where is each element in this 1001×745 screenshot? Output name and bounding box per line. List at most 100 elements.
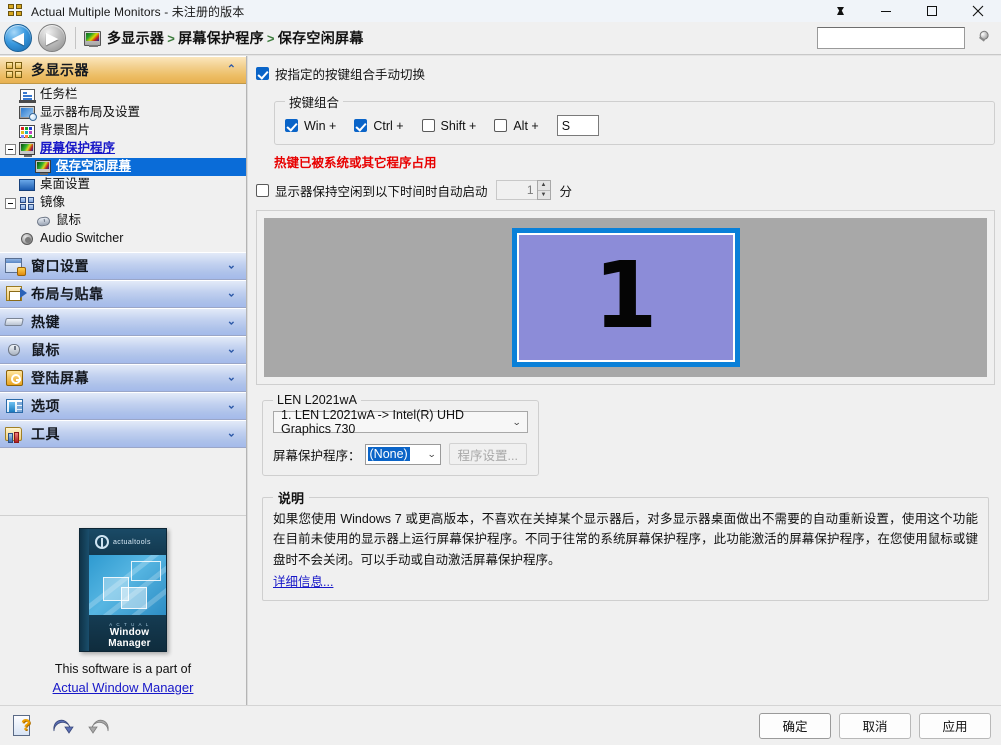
sidebar-group-label: 热键 [31,314,60,330]
screensaver-settings-button[interactable]: 程序设置... [448,443,527,465]
sidebar-group-window-settings[interactable]: 窗口设置 ⌄ [0,252,246,280]
navigation-bar: ◀ ▶ 多显示器 > 屏幕保护程序 > 保存空闲屏幕 [0,22,1001,55]
idle-autostart-checkbox[interactable] [256,183,269,197]
question-mark-icon: ? [21,716,31,734]
sidebar-item-screensaver[interactable]: 屏幕保护程序 [0,140,246,158]
ctrl-label: Ctrl + [373,118,404,133]
stepper-down-icon[interactable]: ▼ [538,191,550,200]
app-icon [8,3,24,19]
search-button[interactable] [970,26,996,50]
sidebar-group-multimonitor[interactable]: 多显示器 ⌃ [0,56,246,84]
key-combination-row: Win + Ctrl + Shift + Alt + [285,115,984,136]
mirror-icon [19,196,36,211]
manual-switch-row[interactable]: 按指定的按键组合手动切换 [256,64,995,83]
breadcrumb-item-1[interactable]: 屏幕保护程序 [178,30,264,46]
sidebar-item-label: 桌面设置 [40,177,91,192]
close-button[interactable] [955,0,1001,22]
breadcrumb-sep-1: > [266,31,275,46]
key-alt[interactable]: Alt + [494,118,539,133]
back-arrow-icon: ◀ [12,29,24,47]
key-shift[interactable]: Shift + [421,118,477,133]
sidebar-item-label: 屏幕保护程序 [40,141,116,156]
sidebar-item-label: Audio Switcher [40,231,124,246]
idle-minutes-unit: 分 [559,184,573,199]
box-tagline: Extend the productivity of your work and… [93,651,166,652]
idle-minutes-stepper[interactable]: 1 ▲ ▼ [495,180,551,200]
monitor-preview-canvas[interactable]: 1 [264,218,987,377]
sidebar-item-taskbar[interactable]: 任务栏 [0,86,246,104]
sidebar-item-mirror[interactable]: 镜像 [0,194,246,212]
win-checkbox[interactable] [285,119,298,132]
collapse-toggle[interactable] [5,143,16,155]
cancel-button[interactable]: 取消 [839,712,911,739]
chevron-down-icon: ⌄ [512,416,522,427]
sidebar-item-save-idle-screen[interactable]: 保存空闲屏幕 [0,158,246,176]
sidebar-group-hotkeys[interactable]: 热键 ⌄ [0,308,246,336]
alt-label: Alt + [513,118,539,133]
sidebar-group-logon-screen[interactable]: 登陆屏幕 ⌄ [0,364,246,392]
screensaver-select[interactable]: (None) ⌄ [364,443,441,465]
breadcrumb: 多显示器 > 屏幕保护程序 > 保存空闲屏幕 [107,28,364,48]
screensaver-icon [19,141,36,157]
monitor-settings-legend: LEN L2021wA [277,393,357,407]
manual-switch-checkbox[interactable] [256,67,269,80]
help-button[interactable]: ? [10,712,36,739]
sidebar-group-tools[interactable]: 工具 ⌄ [0,420,246,448]
redo-button[interactable] [88,715,112,737]
chevron-up-icon: ⌃ [226,63,236,76]
breadcrumb-item-2[interactable]: 保存空闲屏幕 [278,30,364,46]
options-icon [5,397,25,415]
ok-button[interactable]: 确定 [759,712,831,739]
display-adapter-select[interactable]: 1. LEN L2021wA -> Intel(R) UHD Graphics … [273,408,528,436]
sidebar-item-label: 鼠标 [56,213,82,228]
breadcrumb-item-0[interactable]: 多显示器 [107,30,164,46]
sidebar-group-options[interactable]: 选项 ⌄ [0,392,246,420]
shift-label: Shift + [440,118,477,133]
sidebar-item-label: 保存空闲屏幕 [56,159,132,174]
sidebar-item-monitor-layout[interactable]: 显示器布局及设置 [0,104,246,122]
forward-button[interactable]: ▶ [38,24,66,52]
key-icon [5,369,25,387]
forward-arrow-icon: ▶ [46,29,58,47]
window-settings-icon [5,257,26,276]
sidebar-item-desktop-settings[interactable]: 桌面设置 [0,176,246,194]
undo-button[interactable] [50,715,74,737]
chevron-down-icon: ⌄ [226,371,236,384]
monitor-1-thumbnail[interactable]: 1 [511,228,740,367]
apply-button[interactable]: 应用 [919,712,991,739]
alt-checkbox[interactable] [494,119,508,132]
pin-icon[interactable] [817,0,863,22]
key-combination-legend: 按键组合 [289,96,340,110]
sidebar-group-label: 窗口设置 [31,258,89,274]
description-more-link[interactable]: 详细信息... [273,571,333,590]
idle-autostart-label: 显示器保持空闲到以下时间时自动启动 [275,184,488,199]
back-button[interactable]: ◀ [4,24,32,52]
shift-checkbox[interactable] [421,119,435,132]
key-ctrl[interactable]: Ctrl + [354,118,404,133]
sidebar-group-mouse[interactable]: 鼠标 ⌄ [0,336,246,364]
key-combination-group: 按键组合 Win + Ctrl + Shift + Alt + S [274,92,995,145]
sidebar-item-mouse[interactable]: 鼠标 [0,212,246,230]
stepper-buttons[interactable]: ▲ ▼ [536,180,551,200]
key-win[interactable]: Win + [285,119,336,133]
screensaver-row: 屏幕保护程序： (None) ⌄ 程序设置... [273,443,528,465]
collapse-toggle[interactable] [5,197,16,209]
stepper-up-icon[interactable]: ▲ [537,181,550,191]
box-big-label: Window Manager [108,627,151,649]
sidebar-group-layout-snap[interactable]: 布局与贴靠 ⌄ [0,280,246,308]
sidebar: 多显示器 ⌃ 任务栏 显示器布局及设置 背景图片 屏幕保护程序 保存空闲屏幕 桌… [0,56,247,705]
mouse-icon [5,341,25,359]
ctrl-checkbox[interactable] [354,119,368,132]
idle-autostart-row[interactable]: 显示器保持空闲到以下时间时自动启动 1 ▲ ▼ 分 [256,180,995,200]
hotkey-letter-input[interactable] [556,115,599,136]
sidebar-item-wallpaper[interactable]: 背景图片 [0,122,246,140]
minimize-button[interactable] [863,0,909,22]
search-input[interactable] [817,27,965,49]
chevron-down-icon: ⌄ [226,399,236,412]
sidebar-item-label: 背景图片 [40,123,91,138]
sidebar-item-audio-switcher[interactable]: Audio Switcher [0,230,246,248]
maximize-button[interactable] [909,0,955,22]
screensaver-icon [35,159,52,175]
promo-link[interactable]: Actual Window Manager [53,680,194,695]
